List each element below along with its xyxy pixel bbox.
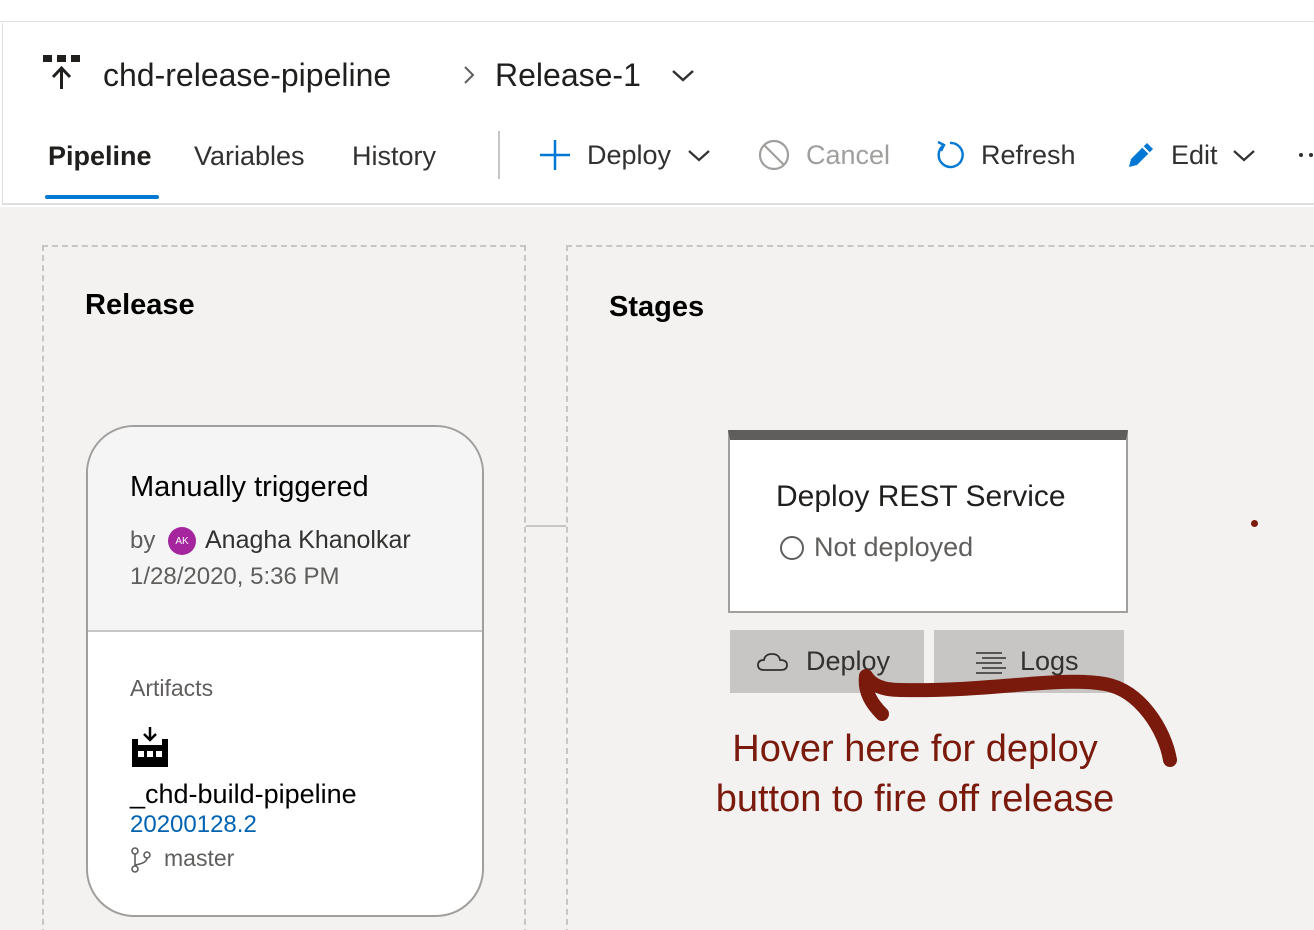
edit-toolbar-button[interactable]: Edit: [1125, 133, 1258, 177]
release-pipeline-icon: [43, 55, 80, 89]
refresh-icon: [937, 140, 964, 169]
active-tab-indicator: [45, 195, 159, 199]
hover-annotation: Hover here for deploy button to fire off…: [680, 724, 1150, 824]
cancel-toolbar-label: Cancel: [806, 139, 891, 170]
artifact-name: _chd-build-pipeline: [130, 779, 357, 809]
branch-icon: [131, 847, 151, 873]
cancel-icon: [758, 139, 790, 171]
artifact-version-link[interactable]: 20200128.2: [130, 811, 257, 839]
release-date: 1/28/2020, 5:36 PM: [130, 563, 340, 590]
cloud-icon: [757, 652, 788, 671]
deploy-toolbar-button[interactable]: Deploy: [537, 133, 713, 177]
breadcrumb-release-name[interactable]: Release-1: [495, 55, 641, 95]
more-dots-icon: [1299, 153, 1313, 157]
tab-history[interactable]: History: [352, 138, 436, 174]
logs-icon: [976, 651, 1006, 674]
artifacts-label: Artifacts: [130, 675, 214, 701]
release-panel-title: Release: [85, 289, 195, 321]
annotation-line-1: Hover here for deploy: [732, 728, 1098, 770]
edit-toolbar-label: Edit: [1171, 139, 1218, 170]
stage-name: Deploy REST Service: [776, 480, 1066, 513]
by-label: by: [130, 527, 156, 554]
artifact-branch: master: [164, 845, 235, 871]
triggered-by-user: Anagha Khanolkar: [205, 526, 411, 554]
browser-top-strip: [0, 0, 1314, 22]
plus-icon: [540, 140, 570, 170]
deploy-chevron-down-icon: [688, 150, 710, 162]
stage-deploy-label: Deploy: [806, 646, 891, 676]
release-header: chd-release-pipeline Release-1 Pipeline …: [2, 23, 1314, 205]
stage-deploy-button[interactable]: Deploy: [730, 630, 924, 693]
cancel-toolbar-button[interactable]: Cancel: [756, 133, 890, 177]
deploy-toolbar-label: Deploy: [587, 139, 672, 170]
release-stage-connector: [526, 525, 566, 527]
stage-status: Not deployed: [814, 532, 974, 562]
stage-logs-label: Logs: [1020, 646, 1079, 676]
breadcrumb-pipeline-name[interactable]: chd-release-pipeline: [103, 55, 391, 95]
stages-panel-title: Stages: [609, 291, 705, 323]
release-card[interactable]: Manually triggered by AK Anagha Khanolka…: [86, 425, 484, 917]
refresh-toolbar-label: Refresh: [981, 139, 1076, 170]
release-trigger-section: Manually triggered by AK Anagha Khanolka…: [88, 427, 482, 632]
tab-variables[interactable]: Variables: [194, 138, 305, 174]
trigger-type: Manually triggered: [130, 471, 369, 503]
not-deployed-status-icon: [780, 536, 804, 560]
release-chevron-down-icon[interactable]: [669, 65, 697, 85]
stage-card[interactable]: Deploy REST Service Not deployed: [728, 430, 1128, 613]
build-artifact-icon: [132, 727, 168, 767]
pencil-icon: [1129, 143, 1153, 167]
toolbar-divider: [498, 131, 500, 179]
stage-logs-button[interactable]: Logs: [934, 630, 1124, 693]
avatar: AK: [168, 527, 196, 555]
annotation-line-2: button to fire off release: [715, 778, 1115, 820]
annotation-dot: [1251, 520, 1258, 527]
breadcrumb-separator-icon: [464, 66, 475, 84]
tab-pipeline[interactable]: Pipeline: [48, 138, 152, 174]
pipeline-canvas: Release Stages Manually triggered by AK …: [0, 207, 1314, 930]
more-actions-button[interactable]: [1297, 133, 1314, 177]
release-page: chd-release-pipeline Release-1 Pipeline …: [0, 0, 1314, 930]
refresh-toolbar-button[interactable]: Refresh: [933, 133, 1076, 177]
edit-chevron-down-icon: [1232, 150, 1255, 162]
